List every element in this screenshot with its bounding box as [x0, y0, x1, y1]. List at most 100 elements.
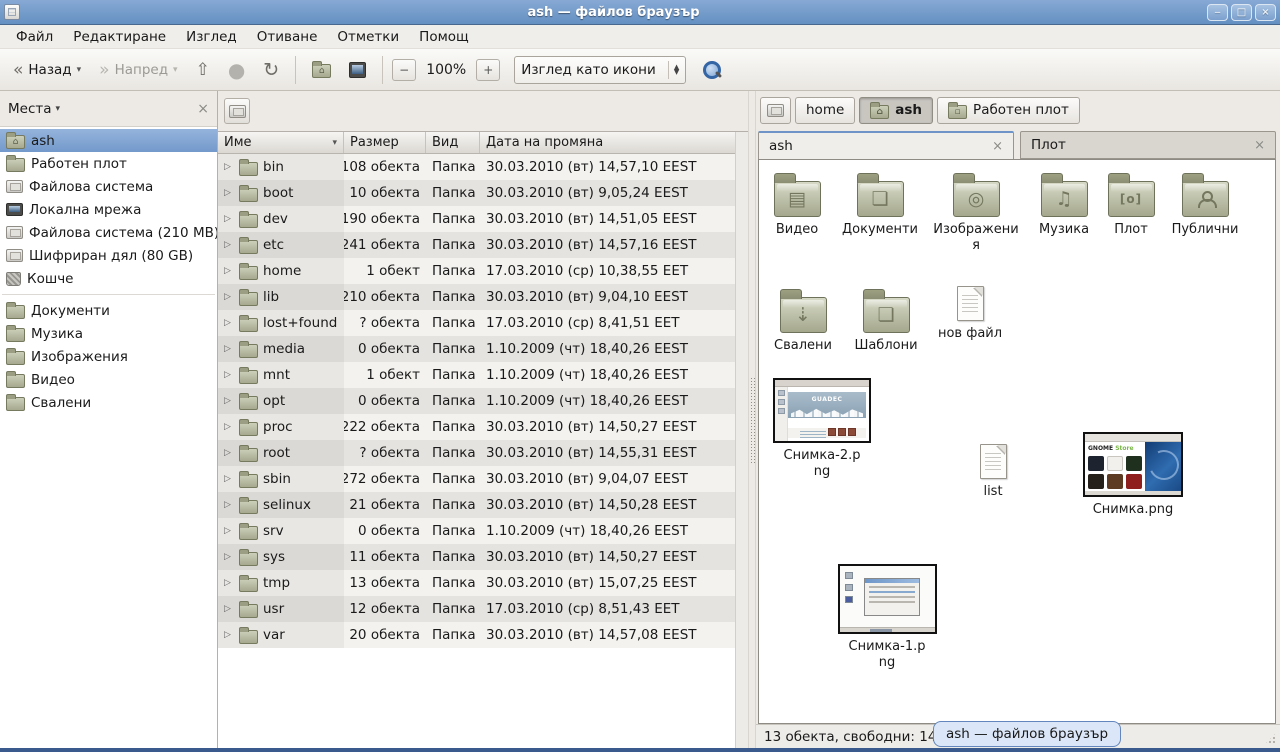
sidebar-close-icon[interactable]: ×: [197, 101, 209, 117]
expander-icon[interactable]: ▷: [224, 474, 234, 484]
expander-icon[interactable]: ▷: [224, 422, 234, 432]
reload-button[interactable]: ↻: [256, 55, 286, 85]
folder-music[interactable]: ♫ Музика: [1031, 172, 1097, 238]
breadcrumb-desktop-button[interactable]: ▫ Работен плот: [937, 97, 1080, 124]
table-row-sbin[interactable]: ▷sbin272 обектаПапка30.03.2010 (вт) 9,04…: [218, 466, 735, 492]
table-row-tmp[interactable]: ▷tmp13 обектаПапка30.03.2010 (вт) 15,07,…: [218, 570, 735, 596]
expander-icon[interactable]: ▷: [224, 578, 234, 588]
sidebar-item-шифриран-дял-80-gb-[interactable]: Шифриран дял (80 GB): [0, 244, 217, 267]
folder-images[interactable]: ◎ Изображения: [929, 172, 1023, 255]
sidebar-item-кошче[interactable]: Кошче: [0, 267, 217, 290]
expander-icon[interactable]: ▷: [224, 240, 234, 250]
folder-templates[interactable]: ❏ Шаблони: [849, 288, 923, 354]
expander-icon[interactable]: ▷: [224, 292, 234, 302]
table-row-var[interactable]: ▷var20 обектаПапка30.03.2010 (вт) 14,57,…: [218, 622, 735, 648]
expander-icon[interactable]: ▷: [224, 396, 234, 406]
search-icon[interactable]: [702, 60, 722, 80]
column-header-type[interactable]: Вид: [426, 132, 480, 153]
tab-close-icon[interactable]: ×: [992, 139, 1003, 154]
folder-documents[interactable]: ❏ Документи: [835, 172, 925, 238]
expander-icon[interactable]: ▷: [224, 448, 234, 458]
file-new-file[interactable]: нов файл: [931, 286, 1009, 342]
table-row-root[interactable]: ▷root? обектаПапка30.03.2010 (вт) 14,55,…: [218, 440, 735, 466]
table-row-opt[interactable]: ▷opt0 обектаПапка1.10.2009 (чт) 18,40,26…: [218, 388, 735, 414]
sidebar-item-файлова-система-210-mb-[interactable]: Файлова система (210 MB): [0, 221, 217, 244]
tab-ash[interactable]: ash ×: [758, 131, 1014, 159]
expander-icon[interactable]: ▷: [224, 500, 234, 510]
table-row-srv[interactable]: ▷srv0 обектаПапка1.10.2009 (чт) 18,40,26…: [218, 518, 735, 544]
expander-icon[interactable]: ▷: [224, 526, 234, 536]
file-list[interactable]: list: [963, 444, 1023, 500]
expander-icon[interactable]: ▷: [224, 162, 234, 172]
menu-item-редактиране[interactable]: Редактиране: [63, 26, 176, 48]
sidebar-item-файлова-система[interactable]: Файлова система: [0, 175, 217, 198]
table-row-sys[interactable]: ▷sys11 обектаПапка30.03.2010 (вт) 14,50,…: [218, 544, 735, 570]
expander-icon[interactable]: ▷: [224, 318, 234, 328]
sidebar-item-изображения[interactable]: Изображения: [0, 345, 217, 368]
sidebar-item-музика[interactable]: Музика: [0, 322, 217, 345]
minimize-button[interactable]: ‒: [1207, 4, 1228, 21]
table-row-boot[interactable]: ▷boot10 обектаПапка30.03.2010 (вт) 9,05,…: [218, 180, 735, 206]
sidebar-item-ash[interactable]: ⌂ash: [0, 129, 217, 152]
computer-button[interactable]: [342, 58, 373, 82]
back-dropdown-icon[interactable]: ▾: [77, 65, 82, 75]
sidebar-item-документи[interactable]: Документи: [0, 299, 217, 322]
menu-item-отиване[interactable]: Отиване: [247, 26, 328, 48]
folder-desktop[interactable]: [o] Плот: [1103, 172, 1159, 238]
chevron-down-icon[interactable]: ▾: [56, 104, 61, 114]
table-row-dev[interactable]: ▷dev190 обектаПапка30.03.2010 (вт) 14,51…: [218, 206, 735, 232]
table-row-mnt[interactable]: ▷mnt1 обектПапка1.10.2009 (чт) 18,40,26 …: [218, 362, 735, 388]
file-snimka-png[interactable]: GNOME Store Снимка.png: [1077, 432, 1189, 518]
menu-item-файл[interactable]: Файл: [6, 26, 63, 48]
sidebar-item-локална-мрежа[interactable]: Локална мрежа: [0, 198, 217, 221]
table-row-lib[interactable]: ▷lib210 обектаПапка30.03.2010 (вт) 9,04,…: [218, 284, 735, 310]
breadcrumb-root-button[interactable]: [760, 97, 791, 124]
resize-grip[interactable]: [1264, 732, 1277, 745]
menu-item-отметки[interactable]: Отметки: [327, 26, 409, 48]
menu-item-помощ[interactable]: Помощ: [409, 26, 479, 48]
expander-icon[interactable]: ▷: [224, 344, 234, 354]
taskbar-window-label[interactable]: ash — файлов браузър: [933, 721, 1121, 747]
expander-icon[interactable]: ▷: [224, 370, 234, 380]
up-button[interactable]: ⇧: [189, 56, 217, 84]
folder-downloads[interactable]: ⇣ Свалени: [769, 288, 837, 354]
zoom-in-button[interactable]: +: [476, 59, 500, 81]
menu-item-изглед[interactable]: Изглед: [176, 26, 247, 48]
table-row-lost+found[interactable]: ▷lost+found? обектаПапка17.03.2010 (ср) …: [218, 310, 735, 336]
sidebar-item-видео[interactable]: Видео: [0, 368, 217, 391]
close-button[interactable]: ×: [1255, 4, 1276, 21]
maximize-button[interactable]: □: [1231, 4, 1252, 21]
view-mode-select[interactable]: Изглед като икони ▲▼: [514, 56, 686, 84]
column-header-name[interactable]: Име▾: [218, 132, 344, 153]
folder-public[interactable]: Публични: [1165, 172, 1245, 238]
table-row-media[interactable]: ▷media0 обектаПапка1.10.2009 (чт) 18,40,…: [218, 336, 735, 362]
sidebar-title[interactable]: Места: [8, 101, 52, 117]
table-row-etc[interactable]: ▷etc241 обектаПапка30.03.2010 (вт) 14,57…: [218, 232, 735, 258]
column-header-date[interactable]: Дата на промяна: [480, 132, 735, 153]
breadcrumb-home-button[interactable]: home: [795, 97, 855, 124]
expander-icon[interactable]: ▷: [224, 188, 234, 198]
table-row-usr[interactable]: ▷usr12 обектаПапка17.03.2010 (ср) 8,51,4…: [218, 596, 735, 622]
table-row-bin[interactable]: ▷bin108 обектаПапка30.03.2010 (вт) 14,57…: [218, 154, 735, 180]
sidebar-item-работен-плот[interactable]: Работен плот: [0, 152, 217, 175]
back-button[interactable]: « Назад ▾: [6, 56, 88, 84]
file-snimka-1-png[interactable]: Снимка-1.png: [835, 564, 939, 672]
table-row-home[interactable]: ▷home1 обектПапка17.03.2010 (ср) 10,38,5…: [218, 258, 735, 284]
pane-splitter[interactable]: [748, 91, 756, 748]
forward-button[interactable]: » Напред ▾: [92, 56, 184, 84]
file-snimka-2-png[interactable]: GUADEC Снимка-2.png: [771, 378, 873, 481]
expander-icon[interactable]: ▷: [224, 214, 234, 224]
tree-root-button[interactable]: [224, 98, 250, 124]
expander-icon[interactable]: ▷: [224, 552, 234, 562]
tab-close-icon[interactable]: ×: [1254, 138, 1265, 153]
stop-button[interactable]: ●: [221, 54, 252, 86]
expander-icon[interactable]: ▷: [224, 604, 234, 614]
expander-icon[interactable]: ▷: [224, 630, 234, 640]
expander-icon[interactable]: ▷: [224, 266, 234, 276]
home-button[interactable]: ⌂: [305, 57, 338, 82]
table-row-proc[interactable]: ▷proc222 обектаПапка30.03.2010 (вт) 14,5…: [218, 414, 735, 440]
table-row-selinux[interactable]: ▷selinux21 обектаПапка30.03.2010 (вт) 14…: [218, 492, 735, 518]
tree-scrollbar[interactable]: [735, 132, 748, 748]
breadcrumb-ash-button[interactable]: ⌂ ash: [859, 97, 933, 124]
column-header-size[interactable]: Размер: [344, 132, 426, 153]
